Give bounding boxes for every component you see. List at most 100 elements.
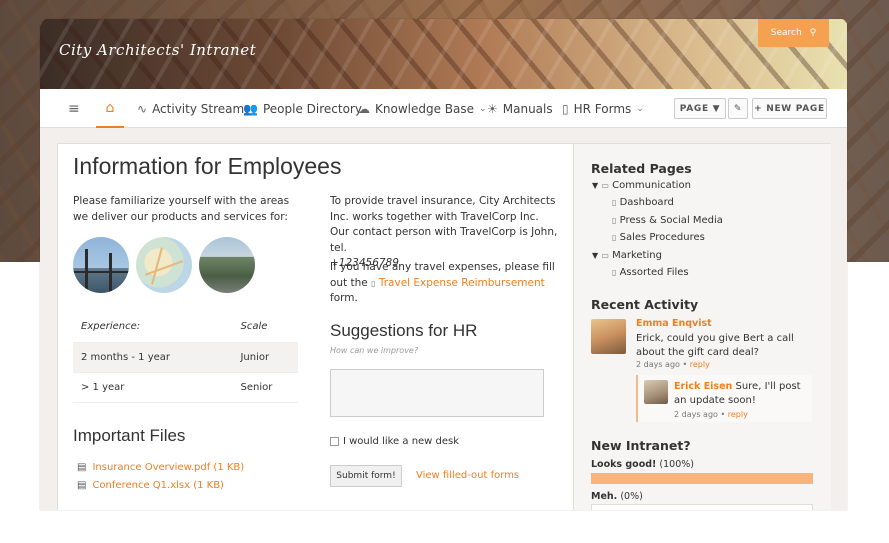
- file-icon: ▤: [77, 462, 87, 473]
- search-button[interactable]: Search ⚲: [758, 19, 829, 47]
- activity-text: Erick, could you give Bert a call about …: [636, 333, 794, 358]
- poll-option-pct: (0%): [620, 491, 643, 502]
- new-desk-label: I would like a new desk: [343, 436, 460, 447]
- file-link-label: Conference Q1.xlsx (1 KB): [92, 480, 224, 491]
- table-row: > 1 year Senior: [73, 372, 298, 403]
- travel-expense-link[interactable]: Travel Expense Reimbursement: [379, 277, 545, 289]
- brain-icon: ☁: [358, 101, 370, 116]
- suggestions-hint: How can we improve?: [330, 346, 419, 355]
- golden-gate-image: [73, 237, 129, 293]
- home-icon: ⌂: [105, 99, 115, 116]
- poll-option-label: Meh. (0%): [591, 491, 643, 502]
- page-menu-button[interactable]: PAGE ▼: [674, 98, 726, 119]
- nav-activity-stream[interactable]: ∿ Activity Stream: [137, 89, 244, 128]
- tree-item-dashboard[interactable]: ▯ Dashboard: [612, 197, 674, 208]
- poll-bar-track[interactable]: [591, 473, 813, 484]
- table-cell: > 1 year: [73, 372, 233, 403]
- table-cell: Senior: [232, 372, 298, 403]
- poll-bar-track[interactable]: [591, 504, 813, 510]
- avatar[interactable]: [591, 319, 626, 354]
- view-forms-link[interactable]: View filled-out forms: [416, 470, 519, 481]
- reply-link[interactable]: reply: [690, 360, 710, 369]
- menu-button[interactable]: ≡: [68, 89, 80, 128]
- recent-activity-heading: Recent Activity: [591, 297, 699, 312]
- doc-icon: ▯: [371, 278, 376, 288]
- intro-text: Please familiarize yourself with the are…: [73, 195, 290, 223]
- table-header-experience: Experience:: [73, 312, 233, 343]
- reply-time: 2 days ago: [674, 410, 718, 419]
- nav-knowledge-base[interactable]: ☁ Knowledge Base ⌄: [358, 89, 487, 128]
- tree-item-sales[interactable]: ▯ Sales Procedures: [612, 232, 705, 243]
- nav-activity-stream-label: Activity Stream: [152, 101, 245, 116]
- tree-item-communication[interactable]: ▼ ▭ Communication: [592, 180, 691, 191]
- nav-manuals[interactable]: ☀ Manuals: [487, 89, 553, 128]
- page-content: Information for Employees Please familia…: [57, 143, 831, 510]
- nav-people-directory[interactable]: 👥 People Directory: [243, 89, 362, 128]
- search-label: Search: [770, 28, 802, 38]
- sidebar: Related Pages ▼ ▭ Communication ▯ Dashbo…: [573, 144, 831, 510]
- tree-label: Sales Procedures: [619, 232, 705, 243]
- edit-page-button[interactable]: ✎: [728, 98, 748, 119]
- reply-link[interactable]: reply: [728, 410, 748, 419]
- header-banner: City Architects' Intranet Search ⚲: [40, 19, 847, 89]
- search-icon: ⚲: [809, 28, 817, 38]
- tree-item-assorted-files[interactable]: ▯ Assorted Files: [612, 267, 689, 278]
- tree-label: Press & Social Media: [619, 215, 723, 226]
- activity-meta: 2 days ago • reply: [636, 360, 710, 369]
- poll-bar-fill: [591, 473, 813, 484]
- experience-table: Experience: Scale 2 months - 1 year Juni…: [73, 312, 298, 403]
- new-desk-checkbox-row[interactable]: I would like a new desk: [330, 436, 459, 447]
- reply-content: Erick Eisen Sure, I'll post an update so…: [674, 380, 810, 408]
- poll-option-name: Meh.: [591, 491, 618, 502]
- new-page-button[interactable]: + NEW PAGE: [752, 98, 827, 119]
- avatar[interactable]: [644, 380, 668, 404]
- tree-label: Dashboard: [619, 197, 674, 208]
- file-link-insurance[interactable]: ▤ Insurance Overview.pdf (1 KB): [77, 462, 244, 473]
- reply-meta: 2 days ago • reply: [674, 410, 748, 419]
- expand-icon: ▼: [592, 251, 599, 260]
- poll-heading: New Intranet?: [591, 438, 691, 453]
- page-title: Information for Employees: [73, 153, 342, 179]
- new-desk-checkbox[interactable]: [330, 437, 339, 446]
- tree-item-marketing[interactable]: ▼ ▭ Marketing: [592, 250, 662, 261]
- suggestions-heading: Suggestions for HR: [330, 321, 478, 340]
- clipboard-icon: ▯: [562, 101, 569, 116]
- nav-manuals-label: Manuals: [502, 101, 553, 116]
- file-link-conference[interactable]: ▤ Conference Q1.xlsx (1 KB): [77, 480, 224, 491]
- important-files-heading: Important Files: [73, 426, 186, 445]
- poll-option-name: Looks good!: [591, 459, 657, 470]
- page-icon: ▯: [612, 198, 617, 207]
- file-link-label: Insurance Overview.pdf (1 KB): [92, 462, 245, 473]
- hamburger-icon: ≡: [68, 100, 80, 117]
- expand-icon: ▼: [592, 181, 599, 190]
- poll-option-label: Looks good! (100%): [591, 459, 694, 470]
- intranet-window: City Architects' Intranet Search ⚲ ≡ ⌂ ∿…: [40, 19, 847, 510]
- file-icon: ▤: [77, 480, 87, 491]
- activity-author[interactable]: Emma Enqvist: [636, 318, 712, 329]
- chevron-down-icon: ⌄: [479, 103, 487, 114]
- reply-card: Erick Eisen Sure, I'll post an update so…: [636, 375, 812, 422]
- amsterdam-map-image: [136, 237, 192, 293]
- page-icon: ▯: [612, 233, 617, 242]
- lightbulb-icon: ☀: [487, 101, 498, 116]
- table-header-scale: Scale: [232, 312, 298, 343]
- poll-option-pct: (100%): [659, 459, 694, 470]
- chevron-down-icon: ⌄: [636, 103, 644, 114]
- nav-knowledge-base-label: Knowledge Base: [375, 101, 474, 116]
- activity-time: 2 days ago: [636, 360, 680, 369]
- expenses-post: form.: [330, 292, 358, 304]
- page-icon: ▯: [612, 216, 617, 225]
- site-title[interactable]: City Architects' Intranet: [59, 41, 256, 59]
- pencil-icon: ✎: [733, 103, 743, 114]
- nav-home[interactable]: ⌂: [96, 89, 124, 128]
- suggestions-textarea[interactable]: [330, 369, 544, 417]
- expenses-text: If you have any travel expenses, please …: [330, 260, 558, 307]
- pulse-icon: ∿: [137, 101, 148, 116]
- submit-form-button[interactable]: Submit form!: [330, 465, 402, 487]
- table-header-row: Experience: Scale: [73, 312, 298, 343]
- tree-item-press[interactable]: ▯ Press & Social Media: [612, 215, 723, 226]
- nav-hr-forms-label: HR Forms: [573, 101, 632, 116]
- reply-author[interactable]: Erick Eisen: [674, 381, 732, 392]
- nav-hr-forms[interactable]: ▯ HR Forms ⌄: [562, 89, 644, 128]
- page-icon: ▯: [612, 268, 617, 277]
